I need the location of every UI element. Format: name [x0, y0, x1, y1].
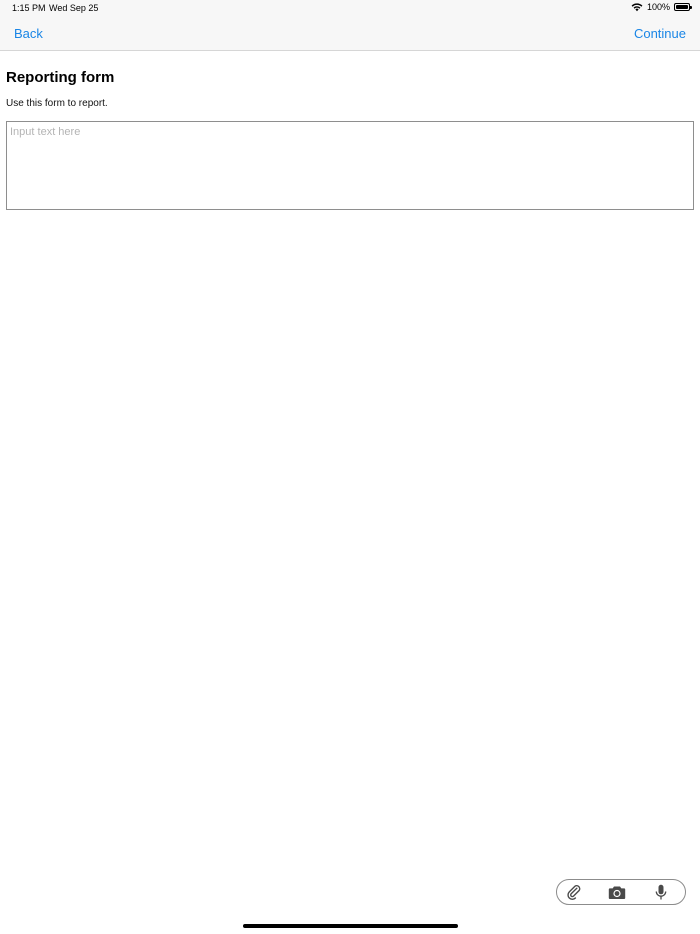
- status-time: 1:15 PM: [12, 3, 46, 13]
- home-indicator: [243, 924, 458, 928]
- status-date: Wed Sep 25: [49, 3, 99, 13]
- form-title: Reporting form: [6, 69, 115, 86]
- form-description: Use this form to report.: [6, 98, 108, 109]
- camera-icon[interactable]: [607, 883, 627, 901]
- battery-percent: 100%: [646, 2, 670, 12]
- continue-button[interactable]: Continue: [634, 26, 686, 41]
- status-bar: 1:15 PM Wed Sep 25 100%: [0, 0, 700, 17]
- microphone-icon[interactable]: [651, 883, 671, 901]
- back-button[interactable]: Back: [14, 26, 43, 41]
- wifi-icon: [631, 2, 643, 12]
- battery-icon: [674, 3, 692, 11]
- status-indicators: 100%: [631, 2, 692, 12]
- navigation-bar: Back Continue: [0, 17, 700, 51]
- attachment-toolbar: [556, 879, 686, 905]
- screen: 1:15 PM Wed Sep 25 100% Back Continue Re…: [0, 0, 700, 934]
- paperclip-icon[interactable]: [564, 883, 584, 901]
- report-text-input[interactable]: [6, 121, 694, 210]
